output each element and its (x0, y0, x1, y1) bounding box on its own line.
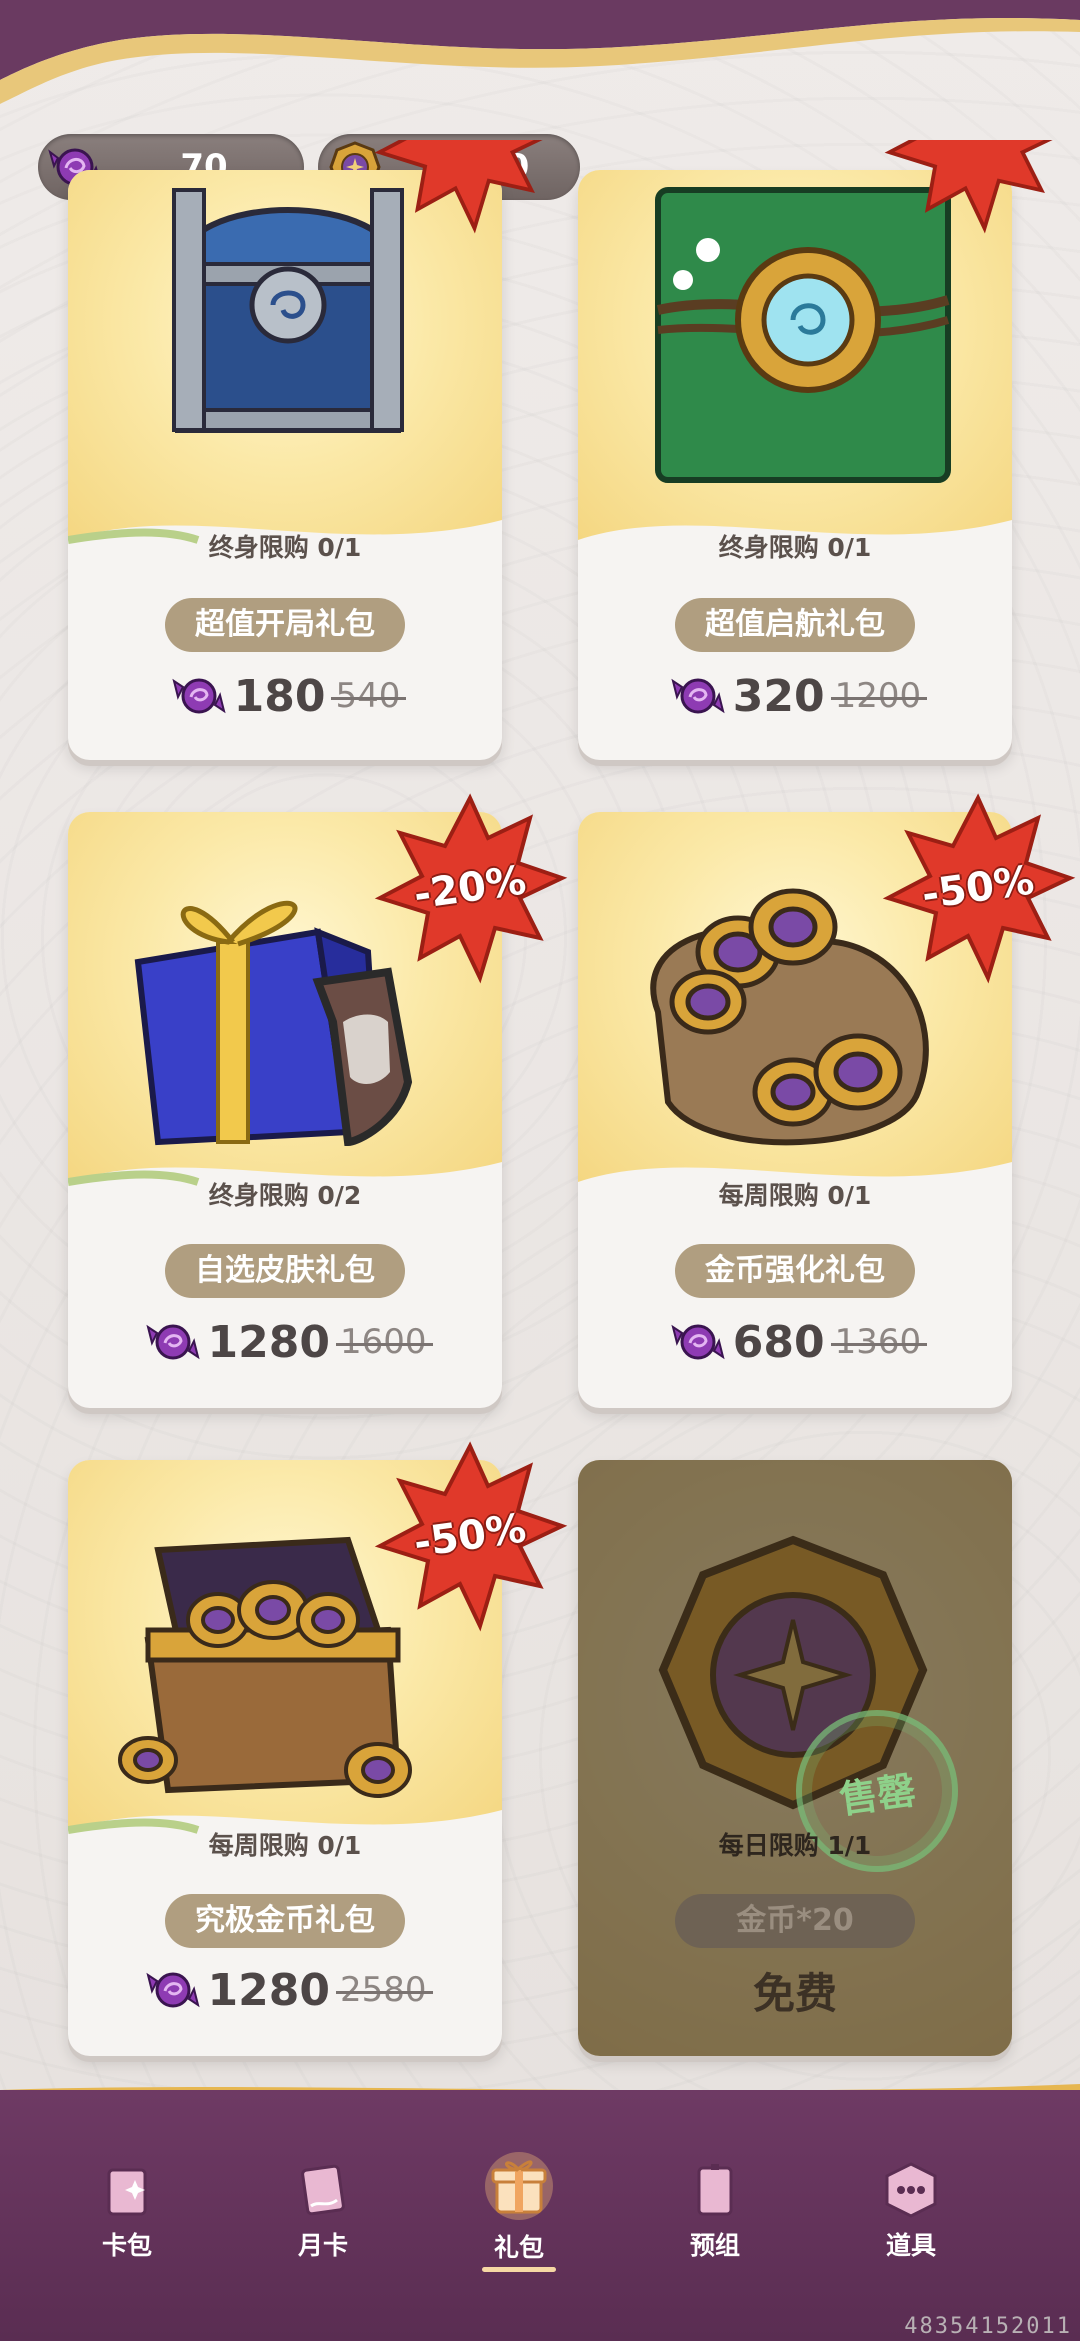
bundle-name: 究极金币礼包 (165, 1894, 405, 1948)
nav-items[interactable]: 道具 (846, 2160, 976, 2270)
original-price: 1200 (830, 676, 927, 716)
price-row: 免费 (578, 1960, 1012, 2020)
purchase-limit: 终身限购 0/1 (208, 533, 362, 562)
nav-label: 卡包 (101, 2231, 152, 2260)
bundle-name: 超值开局礼包 (165, 598, 405, 652)
top-decor-band (0, 0, 1080, 104)
purchase-limit: 终身限购 0/1 (718, 533, 872, 562)
candy-gem-icon (145, 1324, 200, 1360)
bundle-card-daily-free[interactable]: 售罄 每日限购 1/1 金币*20 免费 (578, 1460, 1012, 2056)
candy-gem-icon (145, 1972, 200, 2008)
price: 680 (732, 1316, 825, 1368)
bundle-name: 金币强化礼包 (675, 1244, 915, 1298)
bundle-card-starter[interactable]: 终身限购 0/1 超值开局礼包 180 540 (68, 170, 502, 760)
purchase-limit: 终身限购 0/2 (208, 1181, 362, 1210)
price-row: 1280 2580 (68, 1960, 502, 2020)
original-price: 2580 (335, 1970, 433, 2010)
nav-gift-pack[interactable]: 礼包 (454, 2152, 584, 2270)
price: 180 (233, 670, 326, 722)
price-row: 180 540 (68, 666, 502, 726)
nav-card-pack[interactable]: 卡包 (62, 2160, 192, 2270)
discount-label: -20% (411, 857, 529, 919)
original-price: 1600 (335, 1322, 433, 1362)
discount-burst-icon (884, 140, 1053, 234)
card-pack-icon (107, 2168, 147, 2216)
nav-label: 道具 (885, 2231, 936, 2260)
price: 320 (732, 670, 825, 722)
original-price: 1360 (830, 1322, 927, 1362)
preset-deck-icon (697, 2164, 733, 2216)
bundle-name: 自选皮肤礼包 (165, 1244, 405, 1298)
price: 1280 (207, 1316, 330, 1368)
discount-label: -50% (919, 857, 1037, 919)
price-row: 680 1360 (578, 1312, 1012, 1372)
discount-badge: -50% (878, 788, 1078, 988)
purchase-limit: 每日限购 1/1 (718, 1831, 872, 1860)
purchase-limit: 每周限购 0/1 (718, 1181, 872, 1210)
nav-label: 预组 (689, 2231, 740, 2260)
price: 1280 (207, 1964, 330, 2016)
nav-monthly-card[interactable]: 月卡 (258, 2160, 388, 2270)
bundle-card-voyage[interactable]: 终身限购 0/1 超值启航礼包 320 1200 (578, 170, 1012, 760)
discount-badge: -50% (370, 1436, 570, 1636)
free-price: 免费 (752, 1968, 837, 2018)
discount-badge: -20% (370, 788, 570, 988)
price-row: 320 1200 (578, 666, 1012, 726)
candy-gem-icon (671, 1324, 725, 1360)
nav-preset-deck[interactable]: 预组 (650, 2160, 780, 2270)
active-tab-indicator (482, 2267, 556, 2272)
nav-label: 月卡 (297, 2231, 348, 2260)
items-icon (885, 2162, 937, 2218)
purchase-limit: 每周限购 0/1 (208, 1831, 362, 1860)
discount-label: -50% (411, 1505, 529, 1567)
discount-burst-icon (374, 140, 543, 234)
device-code: 48354152011 (904, 2314, 1072, 2339)
price-row: 1280 1600 (68, 1312, 502, 1372)
gift-icon (485, 2152, 553, 2220)
bundle-name: 金币*20 (675, 1894, 915, 1948)
bundle-name: 超值启航礼包 (675, 598, 915, 652)
candy-gem-icon (172, 678, 226, 714)
nav-label: 礼包 (493, 2233, 544, 2262)
monthly-card-icon (301, 2164, 345, 2216)
candy-gem-icon (671, 678, 725, 714)
original-price: 540 (331, 676, 407, 716)
